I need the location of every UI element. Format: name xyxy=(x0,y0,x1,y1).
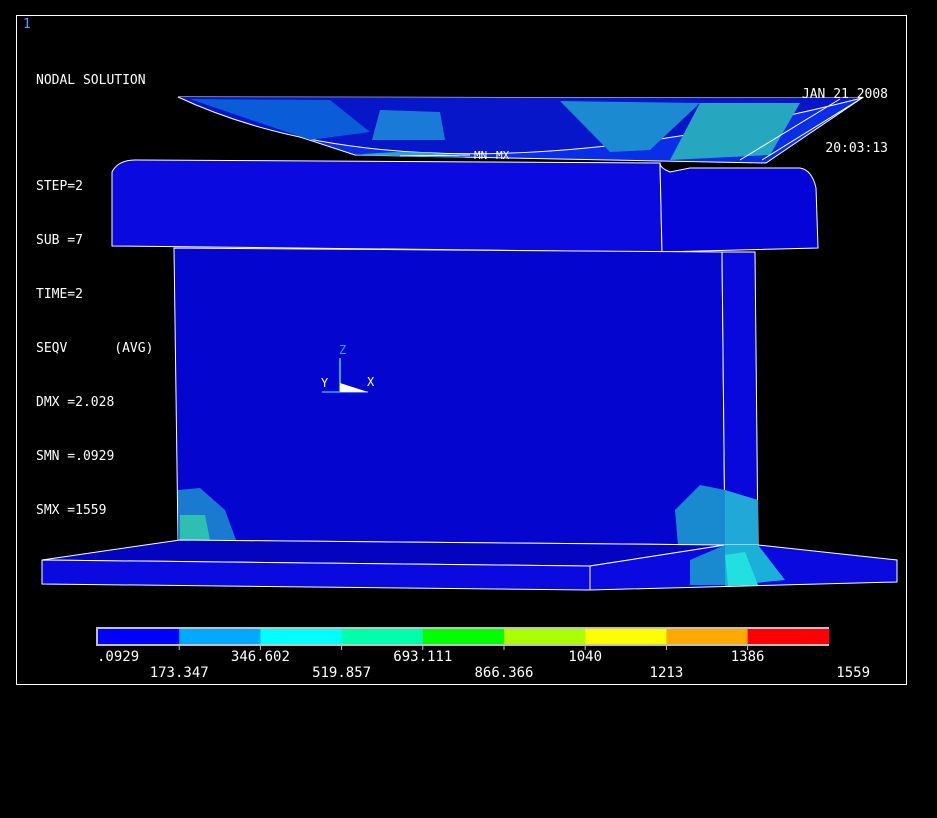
legend-label-lower: 1559 xyxy=(836,665,870,681)
legend-swatch-5 xyxy=(422,629,505,644)
legend-swatch-3 xyxy=(260,629,343,644)
min-marker: MN xyxy=(474,149,487,162)
legend-label-lower: 1213 xyxy=(650,665,684,681)
rail-web xyxy=(173,247,759,546)
legend-label-upper: 1386 xyxy=(731,649,765,665)
rail-foot xyxy=(41,539,898,591)
legend-swatch-4 xyxy=(341,629,424,644)
triad-z-label: Z xyxy=(339,343,346,357)
legend-label-lower: 866.366 xyxy=(474,665,533,681)
triad-y-label: Y xyxy=(321,376,329,390)
legend-swatch-1 xyxy=(98,629,180,644)
legend-label-upper: 693.111 xyxy=(393,649,452,665)
legend-swatch-2 xyxy=(179,629,261,644)
legend-swatch-9 xyxy=(747,629,830,644)
rail-head xyxy=(111,159,819,253)
legend-label-upper: 346.602 xyxy=(231,649,290,665)
max-marker: MX xyxy=(496,149,510,162)
legend-label-upper: 1040 xyxy=(568,649,602,665)
wheel-dish xyxy=(177,96,864,164)
legend-label-lower: 519.857 xyxy=(312,665,371,681)
legend-swatch-7 xyxy=(585,629,667,644)
fea-model-view: MN MX Z Y X .0929 346.602 693.111 1040 1386 … xyxy=(41,96,898,681)
legend-swatch-6 xyxy=(504,629,586,644)
legend-swatch-8 xyxy=(666,629,749,644)
legend-label-upper: .0929 xyxy=(97,649,139,665)
contour-legend: .0929 346.602 693.111 1040 1386 173.347 519.8… xyxy=(96,627,870,681)
triad-x-label: X xyxy=(367,375,375,389)
legend-label-lower: 173.347 xyxy=(150,665,209,681)
